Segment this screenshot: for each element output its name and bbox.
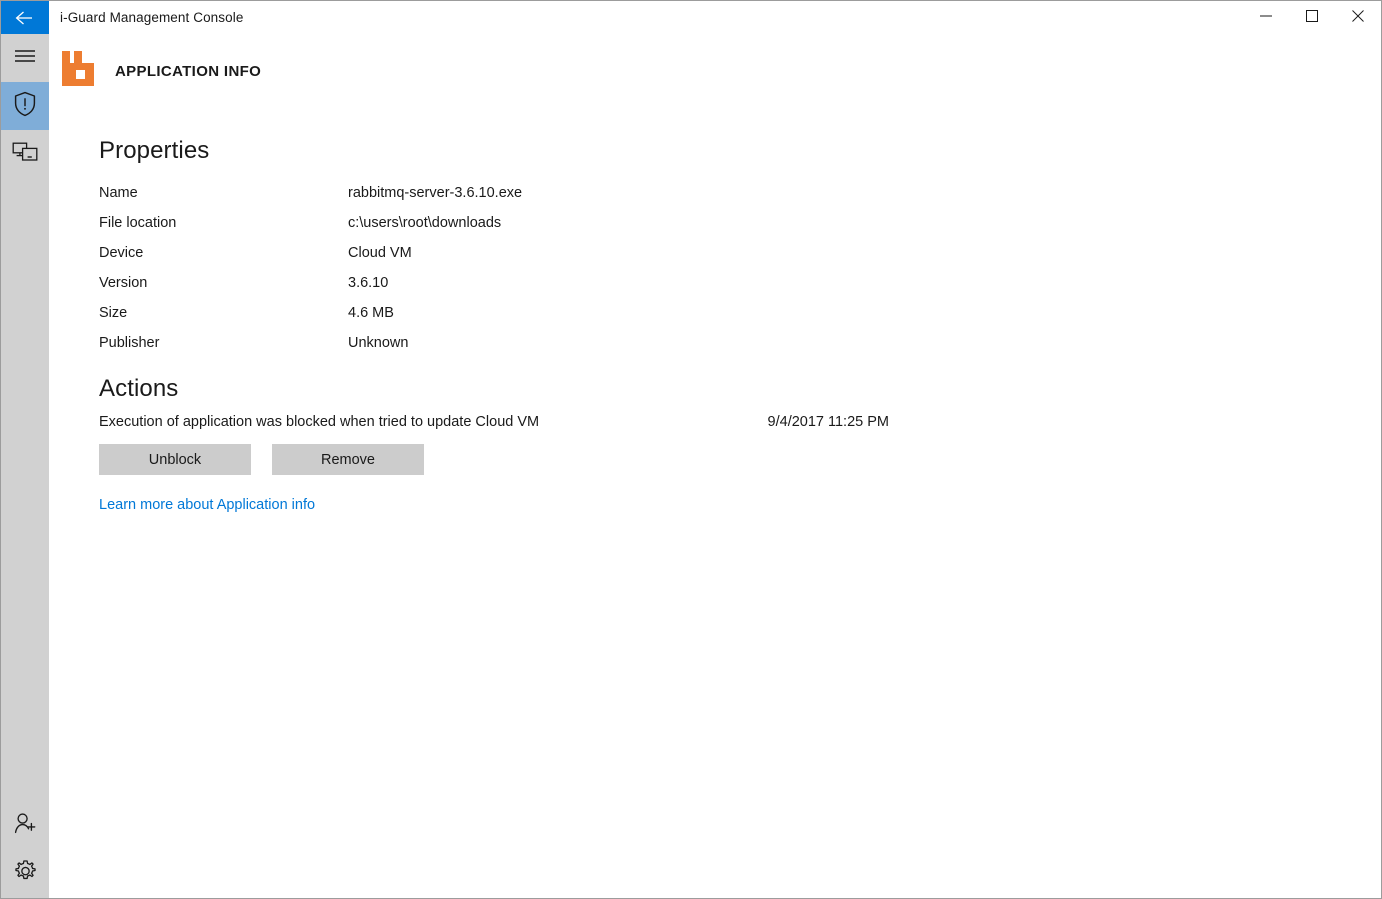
main-content: APPLICATION INFO Properties Name rabbitm… [49, 34, 1381, 898]
table-row: Version 3.6.10 [99, 268, 522, 298]
add-user-icon [13, 812, 37, 841]
actions-heading: Actions [99, 375, 179, 402]
window-title: i-Guard Management Console [60, 10, 244, 25]
property-value: 3.6.10 [348, 275, 389, 291]
table-row: File location c:\users\root\downloads [99, 208, 522, 238]
property-label: Device [99, 245, 144, 261]
unblock-button[interactable]: Unblock [99, 444, 251, 475]
maximize-button[interactable] [1289, 1, 1335, 34]
table-row: Name rabbitmq-server-3.6.10.exe [99, 178, 522, 208]
action-buttons: Unblock Remove [99, 444, 1381, 475]
minimize-icon [1260, 9, 1272, 27]
table-row: Size 4.6 MB [99, 298, 522, 328]
body-area: APPLICATION INFO Properties Name rabbitm… [1, 34, 1381, 898]
property-label: Size [99, 305, 128, 321]
application-window: i-Guard Management Console APPLICATION I… [0, 0, 1382, 899]
table-row: Device Cloud VM [99, 238, 522, 268]
close-icon [1352, 9, 1364, 27]
table-row: Publisher Unknown [99, 328, 522, 358]
property-value: rabbitmq-server-3.6.10.exe [348, 185, 523, 201]
maximize-icon [1306, 9, 1318, 27]
minimize-button[interactable] [1243, 1, 1289, 34]
sidebar-item-devices[interactable] [1, 130, 49, 178]
activity-timestamp: 9/4/2017 11:25 PM [767, 414, 889, 430]
back-button[interactable] [1, 1, 49, 34]
properties-heading: Properties [99, 137, 210, 164]
property-label: File location [99, 215, 177, 231]
property-label: Name [99, 185, 138, 201]
property-value: Unknown [348, 335, 409, 351]
back-arrow-icon [14, 10, 36, 26]
content-area: Properties Name rabbitmq-server-3.6.10.e… [49, 89, 1381, 514]
page-header: APPLICATION INFO [49, 34, 1381, 89]
devices-icon [12, 141, 38, 168]
sidebar-item-add-user[interactable] [1, 802, 49, 850]
sidebar-item-application-info[interactable] [1, 82, 49, 130]
sidebar-navigation [1, 34, 49, 898]
property-value: 4.6 MB [348, 305, 394, 321]
property-label: Version [99, 275, 148, 291]
properties-table: Name rabbitmq-server-3.6.10.exe File loc… [99, 178, 522, 358]
sidebar-item-menu[interactable] [1, 34, 49, 82]
hamburger-menu-icon [14, 48, 36, 69]
sidebar-item-settings[interactable] [1, 850, 49, 898]
close-button[interactable] [1335, 1, 1381, 34]
title-bar: i-Guard Management Console [1, 1, 1381, 34]
activity-description: Execution of application was blocked whe… [99, 414, 540, 430]
property-value: c:\users\root\downloads [348, 215, 502, 231]
settings-gear-icon [13, 859, 38, 889]
window-controls [1243, 1, 1381, 34]
shield-alert-icon [13, 91, 37, 122]
property-value: Cloud VM [348, 245, 412, 261]
activity-row: Execution of application was blocked whe… [99, 414, 889, 430]
page-title: APPLICATION INFO [115, 62, 262, 80]
learn-more-link[interactable]: Learn more about Application info [99, 497, 315, 513]
property-label: Publisher [99, 335, 160, 351]
remove-button[interactable]: Remove [272, 444, 424, 475]
i-guard-logo-icon [60, 50, 96, 93]
